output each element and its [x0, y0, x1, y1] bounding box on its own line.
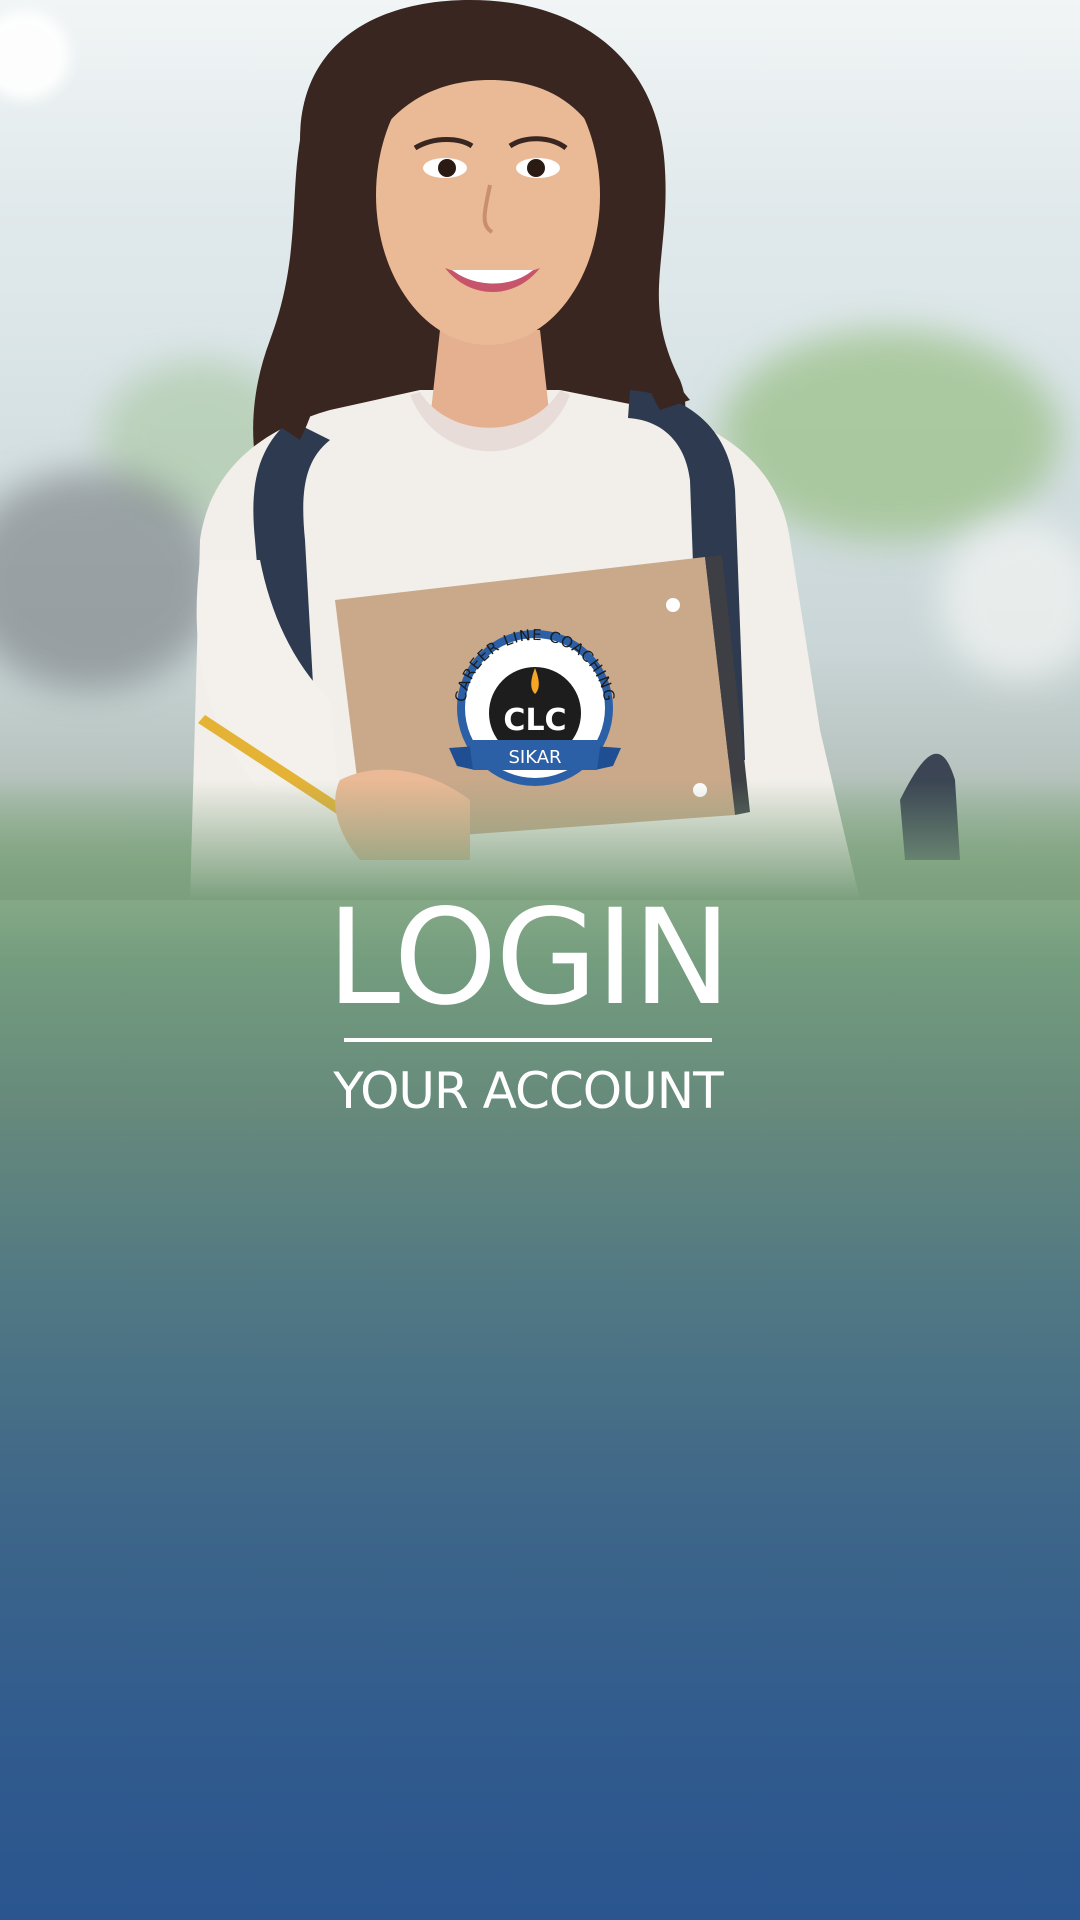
title-divider: [344, 1038, 712, 1042]
logo-ribbon-text: SIKAR: [508, 747, 561, 768]
clc-logo: CAREER LINE COACHING CLC SIKAR: [449, 628, 621, 786]
login-title: LOGIN: [326, 881, 732, 1035]
login-screen: CAREER LINE COACHING CLC SIKAR LOGIN YOU…: [0, 0, 1080, 1920]
logo-initials: CLC: [503, 703, 566, 738]
login-subtitle: YOUR ACCOUNT: [333, 1062, 723, 1120]
